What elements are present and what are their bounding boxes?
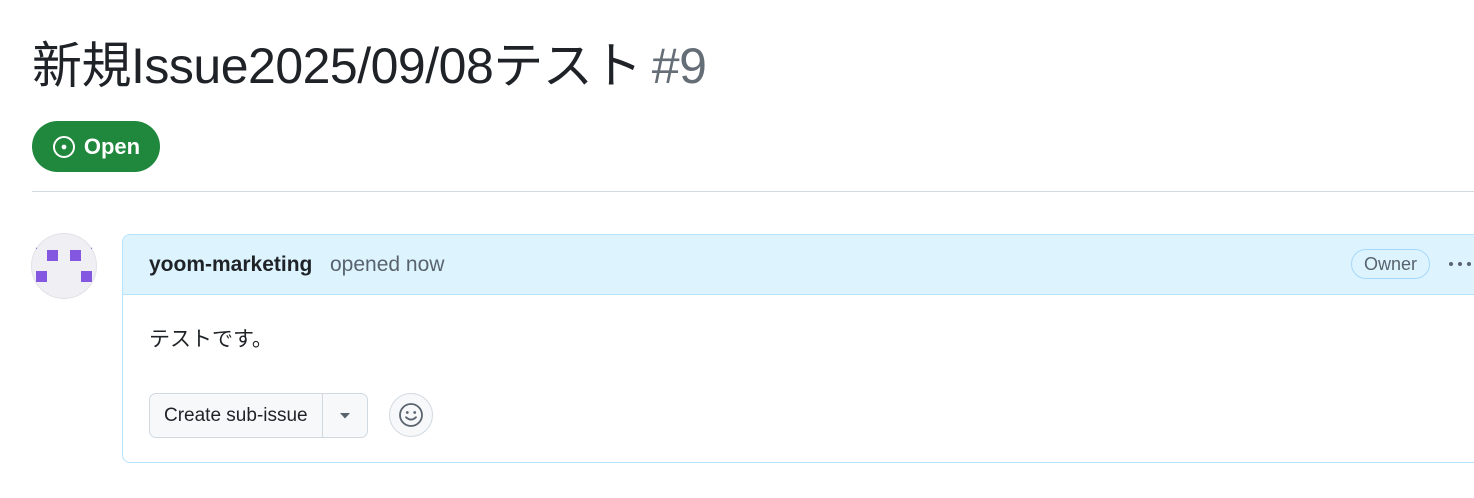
sub-issue-dropdown-button[interactable] <box>321 394 367 437</box>
comment-body: テストです。 <box>149 328 273 351</box>
issue-opened-icon <box>52 135 76 159</box>
identicon <box>31 238 97 282</box>
create-sub-issue-group: Create sub-issue <box>149 393 368 438</box>
comment-author-link[interactable]: yoom-marketing <box>149 253 312 277</box>
add-reaction-button[interactable] <box>389 393 433 437</box>
issue-number: #9 <box>651 38 707 94</box>
issue-comment: yoom-marketing opened now Owner テストです。 C… <box>122 234 1474 463</box>
header-divider <box>32 191 1474 192</box>
issue-title: 新規Issue2025/09/08テスト #9 <box>32 28 707 104</box>
owner-badge: Owner <box>1351 249 1431 279</box>
issue-title-text: 新規Issue2025/09/08テスト <box>32 38 642 94</box>
issue-state-badge: Open <box>32 121 160 172</box>
comment-options-button[interactable] <box>1443 249 1474 279</box>
comment-header: yoom-marketing opened now Owner <box>123 235 1474 295</box>
kebab-horizontal-icon <box>1449 262 1453 266</box>
create-sub-issue-button[interactable]: Create sub-issue <box>150 394 322 437</box>
triangle-down-icon <box>339 412 350 418</box>
avatar[interactable] <box>31 233 97 299</box>
comment-timestamp[interactable]: opened now <box>330 253 444 277</box>
smiley-icon <box>399 403 423 427</box>
issue-state-label: Open <box>83 133 141 159</box>
issue-page: 新規Issue2025/09/08テスト #9 Open yoom-marketi… <box>0 0 1474 498</box>
